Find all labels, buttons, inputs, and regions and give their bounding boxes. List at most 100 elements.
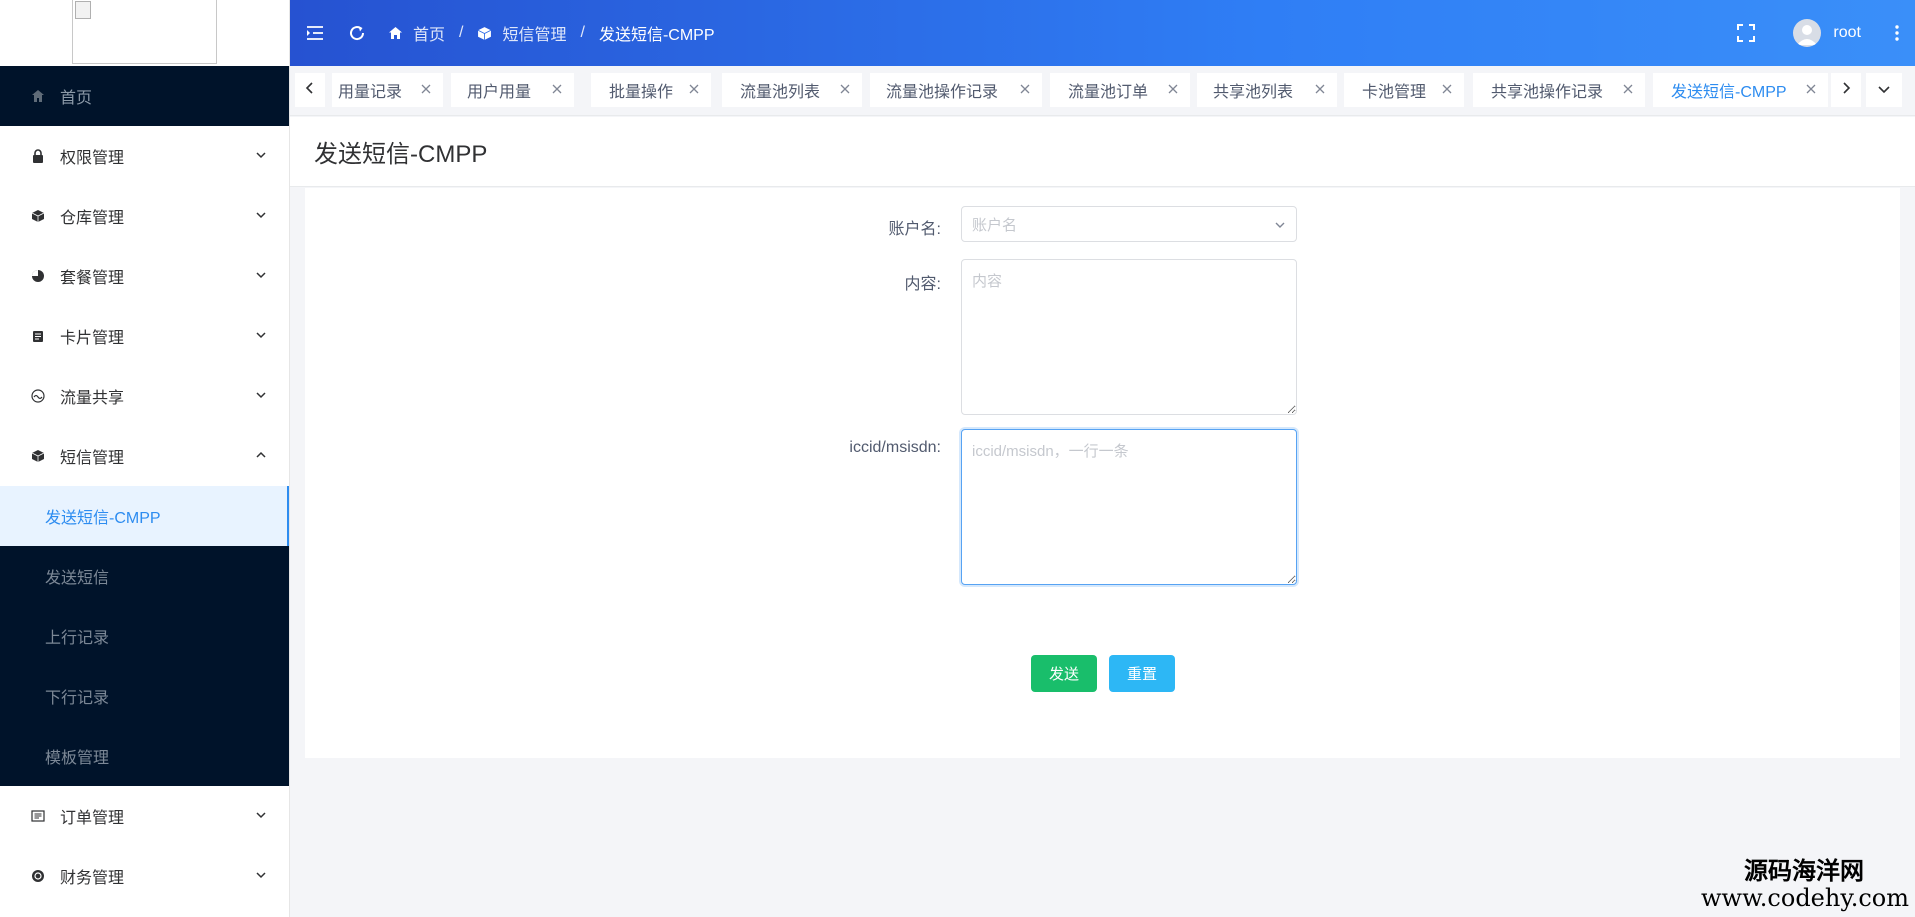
chevron-down-icon xyxy=(255,328,267,346)
tab-pool-op-records[interactable]: 流量池操作记录 xyxy=(870,73,1042,107)
chevron-down-icon xyxy=(255,808,267,826)
tab-share-pool-op-records[interactable]: 共享池操作记录 xyxy=(1473,73,1645,107)
tab-send-sms-cmpp[interactable]: 发送短信-CMPP xyxy=(1653,73,1828,107)
sidebar-item-label: 套餐管理 xyxy=(60,270,125,287)
sidebar-item-packages[interactable]: 套餐管理 xyxy=(0,246,289,306)
refresh-icon[interactable] xyxy=(348,24,366,42)
sidebar-item-label: 卡片管理 xyxy=(60,330,125,347)
tab-label: 卡池管理 xyxy=(1362,84,1427,101)
tab-batch-ops[interactable]: 批量操作 xyxy=(591,73,711,107)
sidebar-item-sms[interactable]: 短信管理 xyxy=(0,426,289,486)
coin-icon xyxy=(30,868,46,884)
avatar[interactable] xyxy=(1793,19,1822,47)
sms-submenu: 发送短信-CMPP 发送短信 上行记录 下行记录 模板管理 xyxy=(0,486,289,786)
breadcrumb-separator: / xyxy=(580,24,585,41)
page-title-bar: 发送短信-CMPP xyxy=(290,117,1915,187)
sidebar-item-label: 财务管理 xyxy=(60,870,125,887)
breadcrumb: 首页 / 短信管理 / 发送短信-CMPP xyxy=(388,21,715,45)
chevron-down-icon xyxy=(255,268,267,286)
iccid-textarea[interactable] xyxy=(961,429,1297,585)
sidebar-item-finance[interactable]: 财务管理 xyxy=(0,846,289,906)
sidebar-item-label: 流量共享 xyxy=(60,390,125,407)
fullscreen-icon[interactable] xyxy=(1737,24,1756,42)
content-label: 内容: xyxy=(904,276,941,293)
tab-label: 共享池操作记录 xyxy=(1491,84,1604,101)
sidebar-item-permissions[interactable]: 权限管理 xyxy=(0,126,289,186)
close-icon[interactable] xyxy=(1805,83,1817,95)
sidebar-item-traffic-share[interactable]: 流量共享 xyxy=(0,366,289,426)
tabs-scroll-right[interactable] xyxy=(1831,73,1861,107)
chevron-down-icon xyxy=(255,148,267,166)
tab-label: 流量池操作记录 xyxy=(886,84,999,101)
close-icon[interactable] xyxy=(420,83,432,95)
breadcrumb-sms[interactable]: 短信管理 xyxy=(477,21,566,45)
chevron-down-icon xyxy=(1274,218,1286,235)
sidebar-subitem-templates[interactable]: 模板管理 xyxy=(0,726,289,786)
watermark: 源码海洋网 www.codehy.com xyxy=(1701,856,1909,912)
content-textarea[interactable] xyxy=(961,259,1297,415)
tab-label: 用户用量 xyxy=(467,84,532,101)
watermark-line2: www.codehy.com xyxy=(1701,883,1909,912)
tab-label: 批量操作 xyxy=(609,84,674,101)
chevron-up-icon xyxy=(255,448,267,466)
close-icon[interactable] xyxy=(1314,83,1326,95)
cube-icon xyxy=(30,208,46,224)
sidebar-subitem-downlink-records[interactable]: 下行记录 xyxy=(0,666,289,726)
sidebar-item-warehouse[interactable]: 仓库管理 xyxy=(0,186,289,246)
tab-label: 用量记录 xyxy=(338,84,403,101)
tab-label: 共享池列表 xyxy=(1213,84,1294,101)
tab-pool-list[interactable]: 流量池列表 xyxy=(722,73,862,107)
tab-card-pool[interactable]: 卡池管理 xyxy=(1344,73,1464,107)
tab-pool-orders[interactable]: 流量池订单 xyxy=(1050,73,1190,107)
tab-usage-records[interactable]: 用量记录 xyxy=(332,73,443,107)
close-icon[interactable] xyxy=(1441,83,1453,95)
breadcrumb-current: 发送短信-CMPP xyxy=(598,27,715,44)
reset-button[interactable]: 重置 xyxy=(1109,655,1175,692)
page-title: 发送短信-CMPP xyxy=(314,141,488,168)
close-icon[interactable] xyxy=(839,83,851,95)
send-button[interactable]: 发送 xyxy=(1031,655,1097,692)
iccid-label: iccid/msisdn: xyxy=(849,439,941,456)
sidebar-subitem-send-sms[interactable]: 发送短信 xyxy=(0,546,289,606)
home-icon xyxy=(30,88,46,104)
list-icon xyxy=(30,808,46,824)
top-header: 首页 / 短信管理 / 发送短信-CMPP root xyxy=(290,0,1915,66)
username[interactable]: root xyxy=(1833,24,1861,42)
chevron-left-icon xyxy=(305,81,315,99)
chevron-right-icon xyxy=(1841,81,1851,99)
watermark-line1: 源码海洋网 xyxy=(1744,856,1864,886)
sidebar-item-home[interactable]: 首页 xyxy=(0,66,289,126)
tabs-bar: 用量记录 用户用量 批量操作 流量池列表 流量池操作记录 流量池订单 共享池列表… xyxy=(290,66,1915,116)
sidebar-item-label: 短信管理 xyxy=(60,450,125,467)
account-label: 账户名: xyxy=(888,221,941,238)
breadcrumb-label: 短信管理 xyxy=(502,27,567,44)
sidebar-item-orders[interactable]: 订单管理 xyxy=(0,786,289,846)
sidebar-item-label: 订单管理 xyxy=(60,810,125,827)
sidebar-item-cards[interactable]: 卡片管理 xyxy=(0,306,289,366)
header-right: root xyxy=(1737,0,1915,66)
close-icon[interactable] xyxy=(1167,83,1179,95)
sidebar-subitem-send-sms-cmpp[interactable]: 发送短信-CMPP xyxy=(0,486,289,546)
sidebar-subitem-uplink-records[interactable]: 上行记录 xyxy=(0,606,289,666)
close-icon[interactable] xyxy=(688,83,700,95)
close-icon[interactable] xyxy=(1019,83,1031,95)
tab-share-pool-list[interactable]: 共享池列表 xyxy=(1197,73,1337,107)
tabs-scroll-left[interactable] xyxy=(295,73,325,107)
chevron-down-icon xyxy=(255,208,267,226)
close-icon[interactable] xyxy=(1622,83,1634,95)
home-icon xyxy=(388,26,403,40)
account-select-placeholder: 账户名 xyxy=(972,216,1018,234)
tab-user-usage[interactable]: 用户用量 xyxy=(451,73,574,107)
breadcrumb-separator: / xyxy=(459,24,464,41)
tab-label: 流量池订单 xyxy=(1068,84,1149,101)
close-icon[interactable] xyxy=(551,83,563,95)
lock-icon xyxy=(30,148,46,164)
chevron-down-icon xyxy=(255,868,267,886)
chevron-down-icon xyxy=(1878,81,1890,99)
account-select[interactable]: 账户名 xyxy=(961,206,1297,242)
tabs-menu-dropdown[interactable] xyxy=(1866,73,1902,107)
menu-collapse-icon[interactable] xyxy=(306,25,324,41)
more-vertical-icon[interactable] xyxy=(1895,25,1899,41)
chevron-down-icon xyxy=(255,388,267,406)
breadcrumb-home[interactable]: 首页 xyxy=(388,21,445,45)
